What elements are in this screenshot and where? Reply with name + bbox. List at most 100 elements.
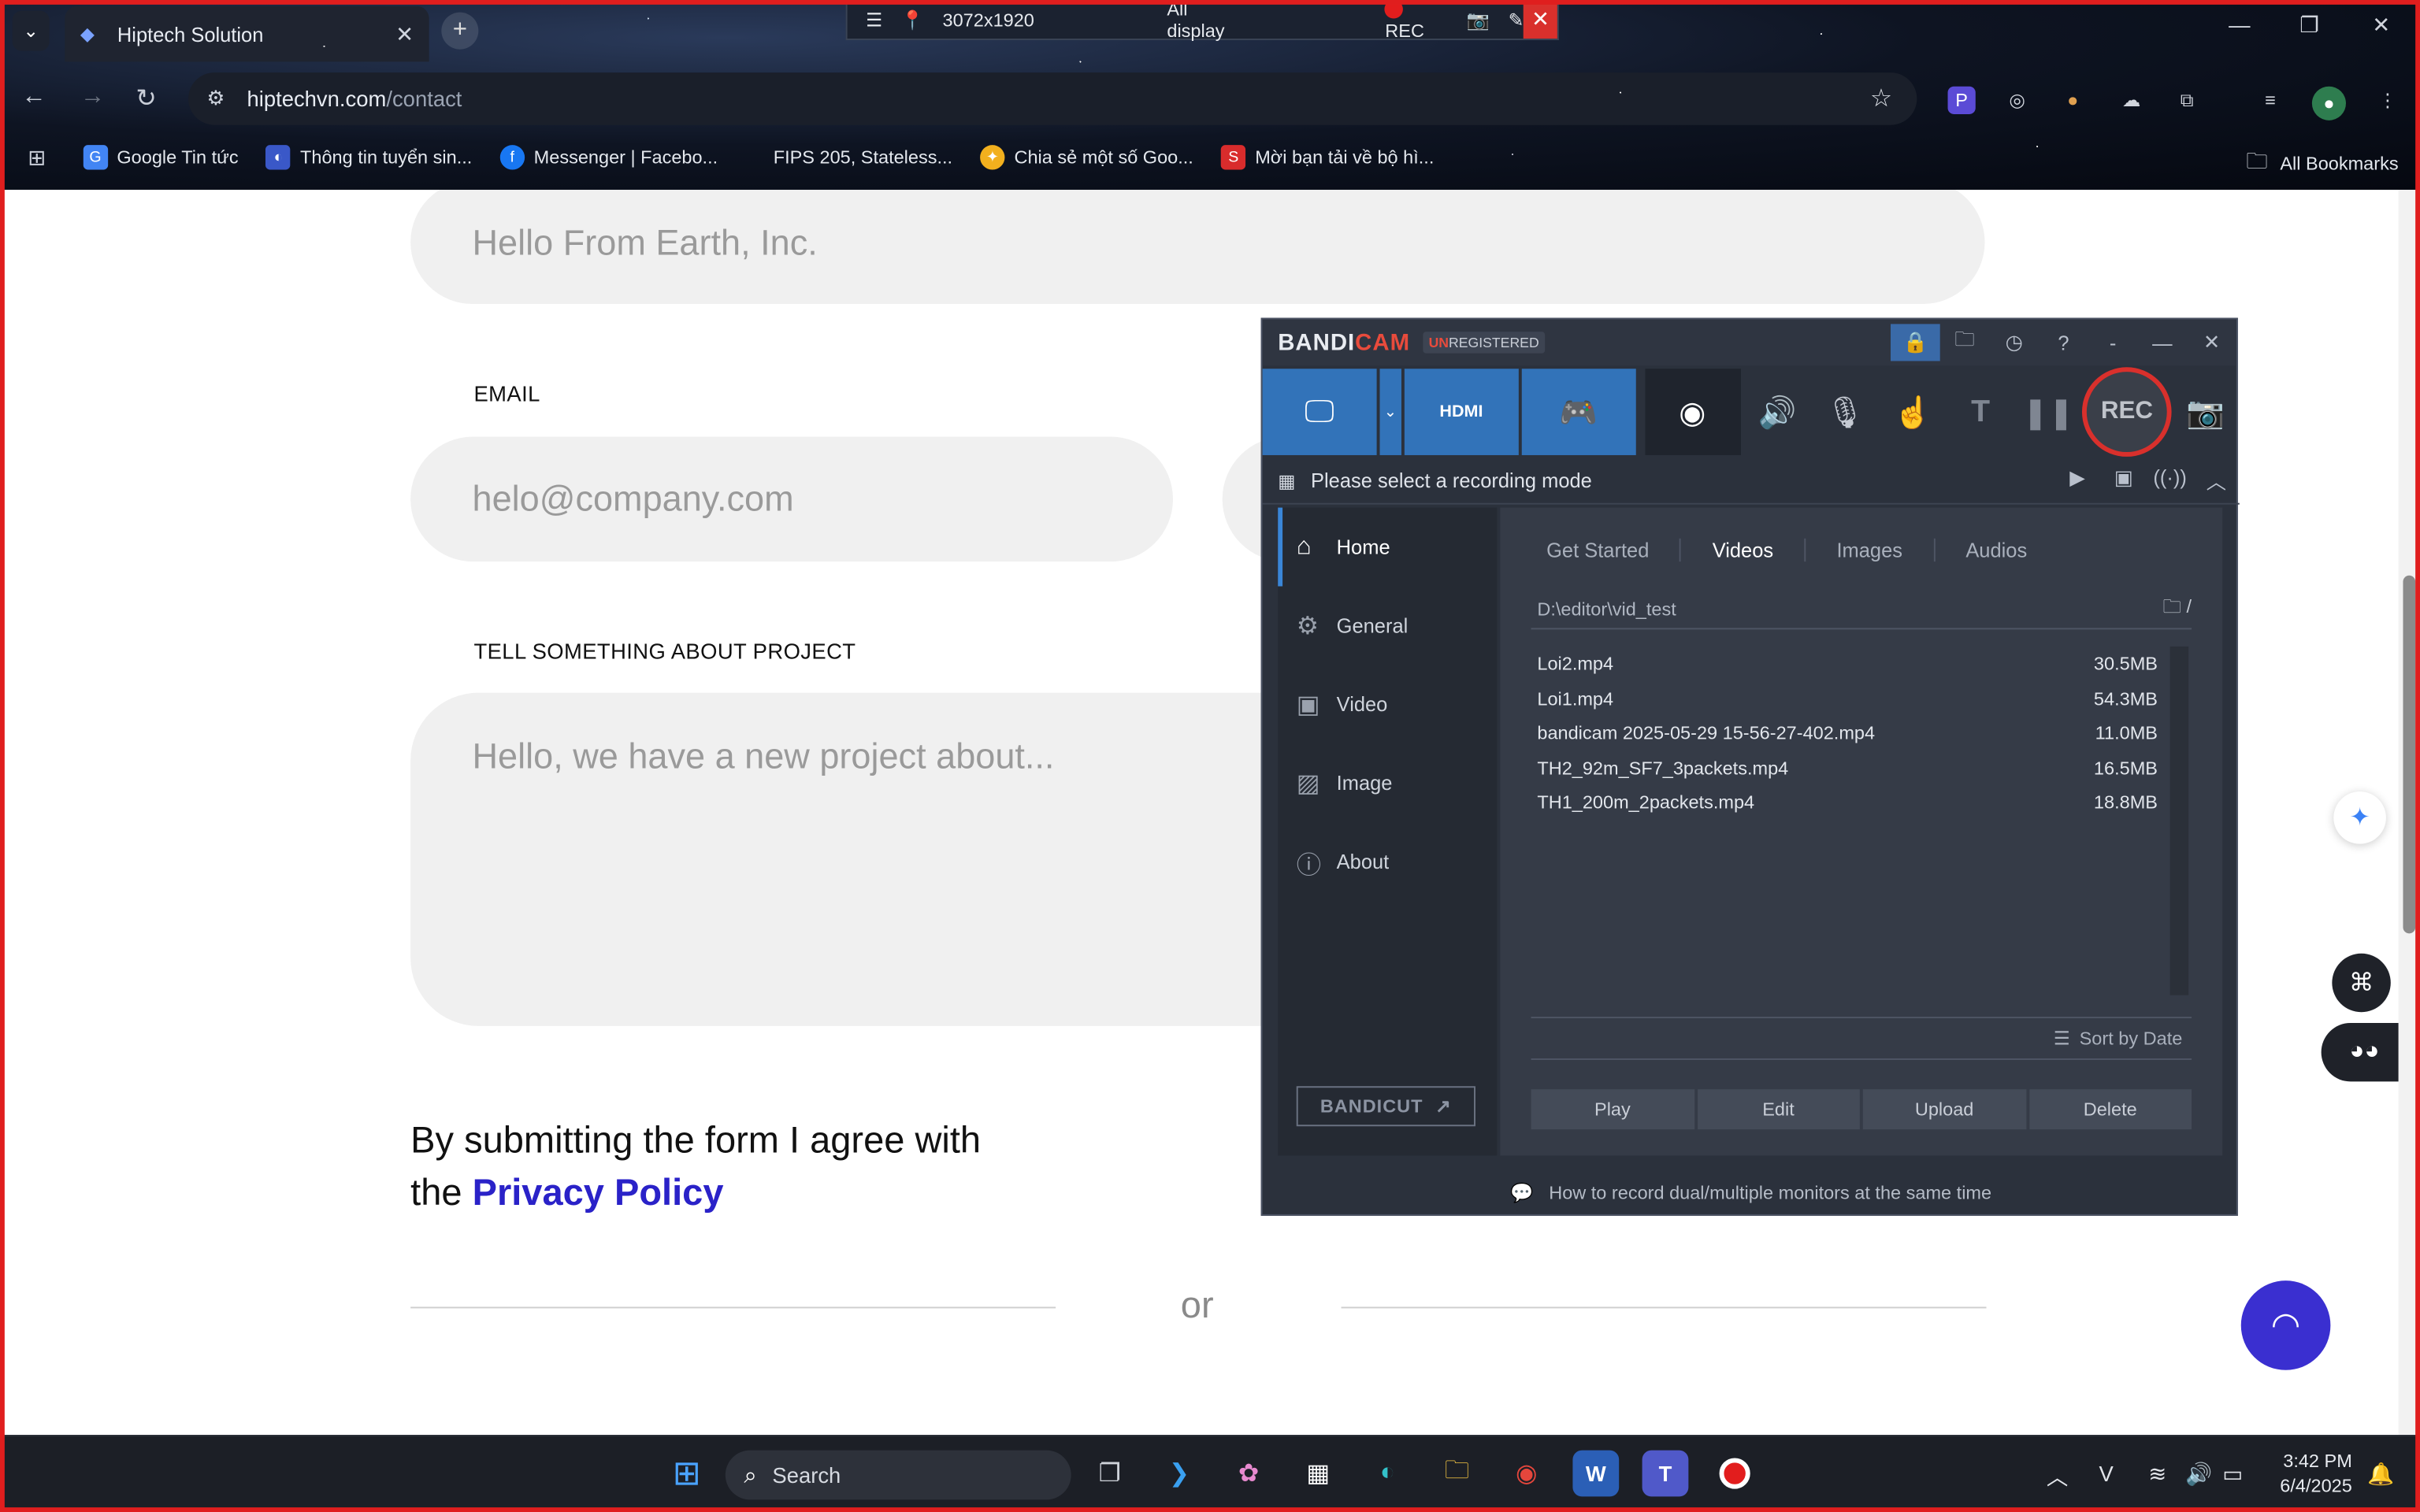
- game-mode-button[interactable]: 🎮: [1521, 369, 1635, 455]
- copilot-icon[interactable]: ✿: [1226, 1451, 1272, 1497]
- file-row[interactable]: Loi2.mp4 30.5MB: [1531, 647, 2170, 681]
- tab-audios[interactable]: Audios: [1950, 539, 2058, 561]
- screenshot-icon[interactable]: 📷: [2172, 369, 2240, 455]
- bandicam-taskbar-icon[interactable]: [1712, 1451, 1758, 1497]
- nav-about[interactable]: ⓘ About: [1278, 822, 1497, 901]
- file-explorer-icon[interactable]: 🗀: [1434, 1451, 1480, 1497]
- lock-icon[interactable]: 🔒: [1891, 324, 1940, 361]
- tip-bar[interactable]: 💬 How to record dual/multiple monitors a…: [1263, 1171, 2240, 1214]
- screen-mode-dropdown[interactable]: ⌄: [1379, 369, 1401, 455]
- extension-p-icon[interactable]: P: [1947, 86, 1976, 114]
- page-scrollbar[interactable]: [2398, 189, 2420, 1436]
- extensions-puzzle-icon[interactable]: ⧉: [2173, 87, 2201, 114]
- nav-image[interactable]: ▨ Image: [1278, 743, 1497, 822]
- vpn-icon[interactable]: V: [2099, 1461, 2114, 1485]
- play-button[interactable]: Play: [1531, 1089, 1694, 1130]
- microphone-icon[interactable]: 🎙: [1811, 369, 1879, 455]
- cursor-click-icon[interactable]: ☝: [1879, 369, 1947, 455]
- file-row[interactable]: TH2_92m_SF7_3packets.mp4 16.5MB: [1531, 750, 2170, 785]
- file-row[interactable]: Loi1.mp4 54.3MB: [1531, 681, 2170, 716]
- windows-start-icon[interactable]: ⊞: [663, 1451, 710, 1497]
- cookie-extension-icon[interactable]: ●: [2059, 87, 2087, 114]
- collapse-icon[interactable]: -: [2088, 331, 2138, 354]
- sparkle-assistant-icon[interactable]: ✦: [2333, 791, 2386, 844]
- chevron-up-icon[interactable]: ︿: [2047, 1461, 2068, 1492]
- rec-indicator[interactable]: REC: [1385, 0, 1448, 41]
- new-tab-button[interactable]: +: [441, 12, 479, 50]
- profile-avatar[interactable]: ●: [2311, 86, 2346, 120]
- edit-button[interactable]: Edit: [1697, 1089, 1860, 1130]
- screen-mode-button[interactable]: 🖵: [1262, 369, 1377, 455]
- reading-list-icon[interactable]: ≡: [2256, 87, 2284, 114]
- vscode-icon[interactable]: ❯: [1156, 1451, 1202, 1497]
- pin-icon[interactable]: 📍: [901, 9, 924, 30]
- text-icon[interactable]: T: [1947, 369, 2014, 455]
- close-recorder-button[interactable]: ✕: [1524, 0, 1557, 39]
- file-row[interactable]: TH1_200m_2packets.mp4 18.8MB: [1531, 785, 2170, 820]
- pause-icon[interactable]: ❚❚: [2014, 369, 2082, 455]
- bookmark-google-news[interactable]: G Google Tin tức: [83, 145, 239, 170]
- bandicut-button[interactable]: BANDICUT ↗: [1296, 1086, 1475, 1127]
- broadcast-icon[interactable]: ((·)): [2147, 466, 2193, 495]
- more-menu-icon[interactable]: ⋮: [2374, 87, 2401, 114]
- nav-video[interactable]: ▣ Video: [1278, 665, 1497, 743]
- help-icon[interactable]: ?: [2039, 331, 2088, 354]
- reload-icon[interactable]: ↻: [135, 83, 156, 114]
- all-bookmarks[interactable]: 🗀 All Bookmarks: [2246, 145, 2398, 182]
- unregistered-badge[interactable]: UNREGISTERED: [1422, 332, 1546, 354]
- timer-icon[interactable]: ◷: [1989, 330, 2039, 354]
- extension-paused-icon[interactable]: ☁: [2118, 87, 2145, 114]
- minimize-icon[interactable]: —: [2137, 331, 2187, 354]
- chat-bubble-icon[interactable]: ◠: [2240, 1280, 2331, 1370]
- menu-icon[interactable]: ☰: [866, 9, 882, 30]
- battery-icon[interactable]: ▭: [2222, 1461, 2243, 1487]
- file-list-scrollbar[interactable]: [2169, 646, 2189, 995]
- email-field[interactable]: helo@company.com: [410, 436, 1173, 562]
- apps-shortcut-icon[interactable]: ⌘: [2332, 953, 2391, 1013]
- word-icon[interactable]: W: [1572, 1450, 1620, 1497]
- address-bar[interactable]: ⚙ hiptechvn.com/contact ☆: [188, 72, 1917, 125]
- speaker-icon[interactable]: 🔊: [1743, 369, 1811, 455]
- folder-icon[interactable]: 🗀: [1940, 325, 1990, 359]
- tab-images[interactable]: Images: [1821, 538, 1936, 562]
- restore-icon[interactable]: ❐: [2299, 13, 2319, 39]
- sort-control[interactable]: ☰ Sort by Date: [1531, 1017, 2192, 1060]
- bookmark-messenger[interactable]: f Messenger | Facebo...: [499, 145, 718, 170]
- notification-bell-icon[interactable]: 🔔: [2367, 1461, 2394, 1487]
- system-clock[interactable]: 3:42 PM 6/4/2025: [2280, 1449, 2352, 1499]
- bookmark-fips[interactable]: FIPS 205, Stateless...: [774, 146, 952, 168]
- upload-button[interactable]: Upload: [1862, 1089, 2026, 1130]
- webcam-toggle[interactable]: ◉: [1644, 369, 1741, 455]
- tab-search-dropdown[interactable]: ⌄: [12, 10, 50, 51]
- forward-icon[interactable]: →: [80, 83, 105, 111]
- scrollbar-thumb[interactable]: [2403, 575, 2416, 934]
- compass-extension-icon[interactable]: ◎: [2003, 87, 2031, 114]
- close-icon[interactable]: ✕: [2187, 330, 2236, 354]
- edge-icon[interactable]: ◐: [1364, 1451, 1411, 1497]
- bookmark-admissions[interactable]: ◐ Thông tin tuyển sin...: [265, 145, 472, 170]
- file-row[interactable]: bandicam 2025-05-29 15-56-27-402.mp4 11.0…: [1531, 716, 2170, 750]
- image-record-icon[interactable]: ▣: [2100, 466, 2147, 495]
- task-view-icon[interactable]: ❐: [1086, 1451, 1133, 1497]
- nav-home[interactable]: ⌂ Home: [1278, 507, 1497, 587]
- bookmark-google-share[interactable]: ✦ Chia sẻ một số Goo...: [980, 145, 1193, 170]
- chevron-up-icon[interactable]: ︿: [2193, 466, 2240, 495]
- site-info-icon[interactable]: ⚙: [207, 87, 232, 111]
- chat-bot-icon[interactable]: ◕◕: [2321, 1022, 2408, 1082]
- teams-icon[interactable]: T: [1642, 1450, 1689, 1497]
- tab-videos[interactable]: Videos: [1697, 538, 1806, 562]
- microsoft-store-icon[interactable]: ▦: [1295, 1451, 1342, 1497]
- camera-icon[interactable]: 📷: [1467, 9, 1490, 30]
- pencil-icon[interactable]: ✎: [1509, 9, 1524, 30]
- wifi-icon[interactable]: ≋: [2148, 1461, 2166, 1487]
- minimize-icon[interactable]: —: [2229, 13, 2250, 37]
- browser-tab[interactable]: ◆ Hiptech Solution ✕: [65, 6, 429, 62]
- video-camera-icon[interactable]: ▶: [2054, 466, 2101, 495]
- open-folder-icon[interactable]: 🗀 /: [2162, 592, 2192, 624]
- bookmark-star-icon[interactable]: ☆: [1870, 83, 1892, 114]
- bookmark-download[interactable]: S Mời bạn tải về bộ hì...: [1221, 145, 1434, 170]
- taskbar-search[interactable]: ⌕ Search: [725, 1450, 1071, 1500]
- delete-button[interactable]: Delete: [2028, 1089, 2192, 1130]
- chrome-icon[interactable]: ◉: [1503, 1451, 1550, 1497]
- back-icon[interactable]: ←: [21, 83, 46, 111]
